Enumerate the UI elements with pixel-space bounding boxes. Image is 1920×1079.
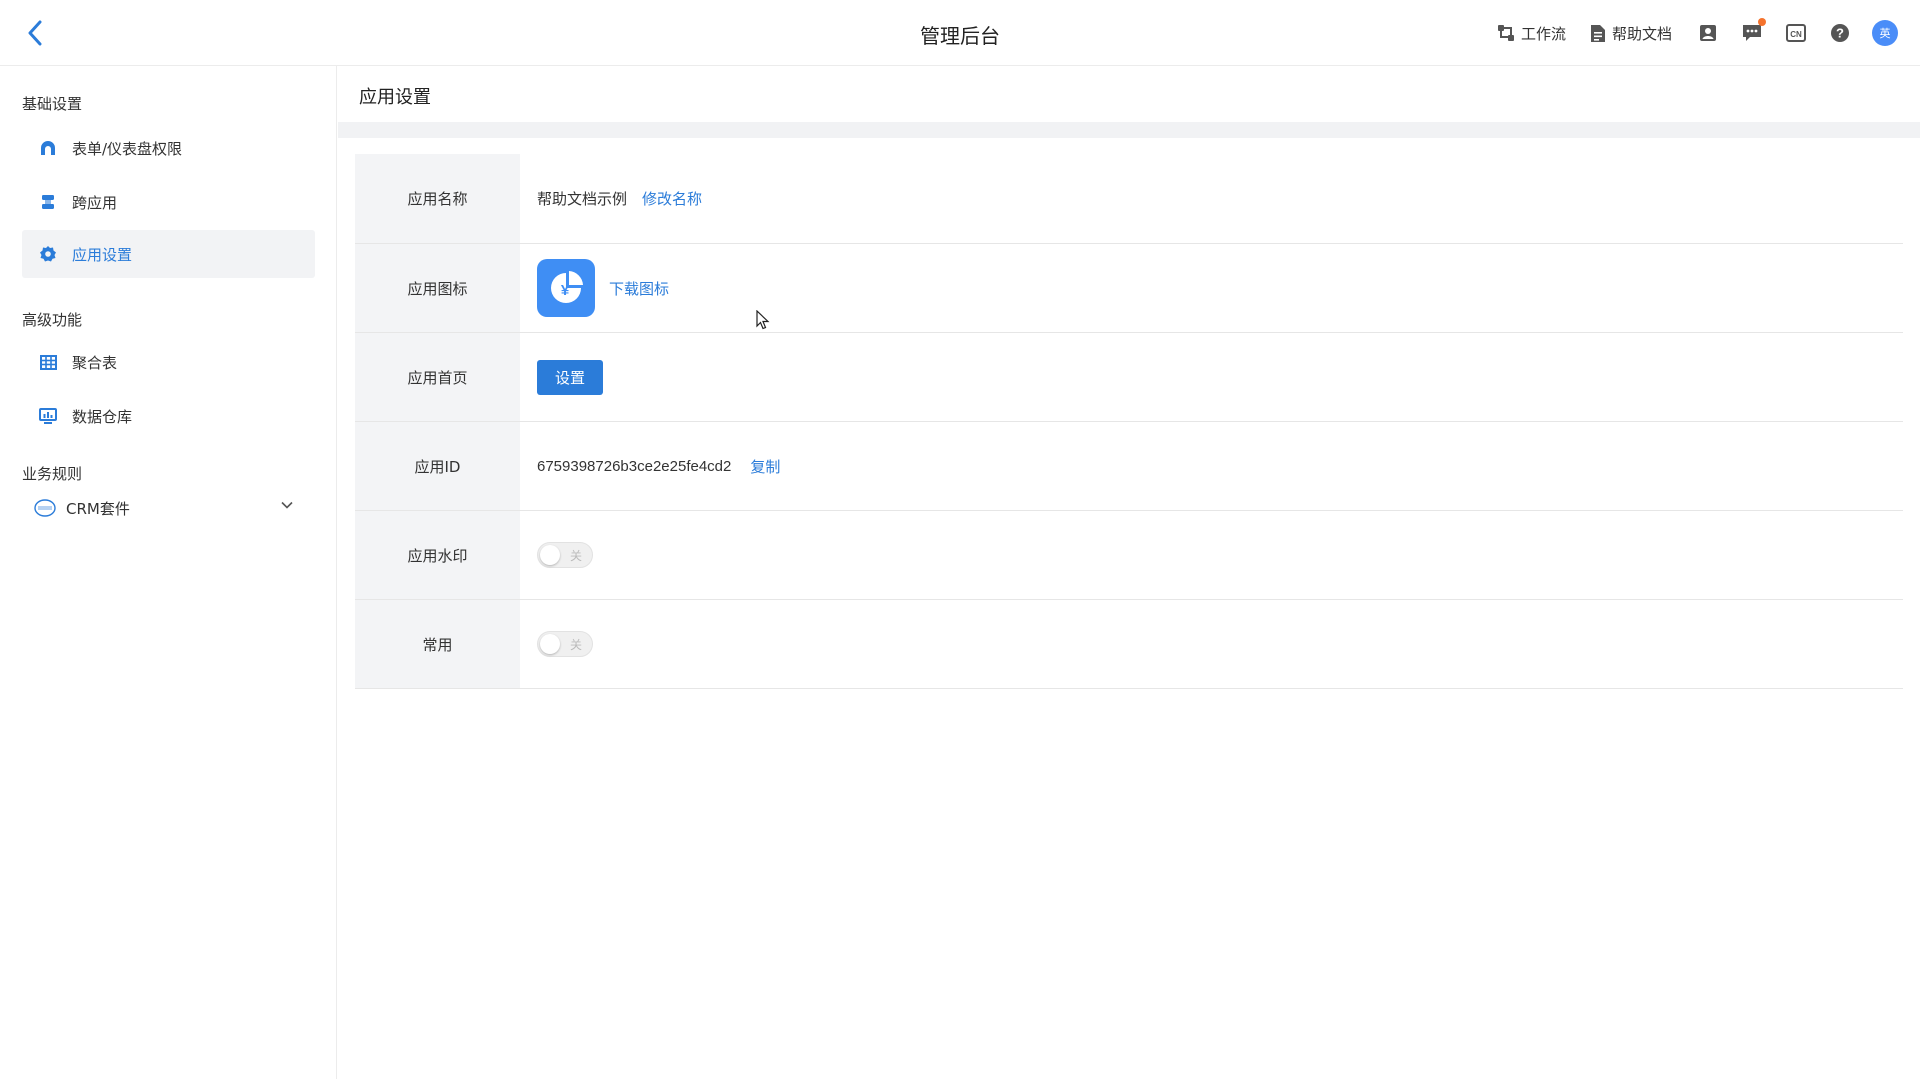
sidebar-group-title-business-rules: 业务规则	[22, 465, 83, 483]
language-button[interactable]: CN	[1784, 21, 1808, 45]
sidebar: 基础设置 表单/仪表盘权限 跨应用 应用设置 高级功能 聚合表 数据仓库 业务规…	[0, 66, 337, 1079]
help-docs-label: 帮助文档	[1611, 24, 1672, 43]
download-icon-link[interactable]: 下载图标	[609, 278, 669, 299]
set-home-button[interactable]: 设置	[537, 359, 603, 395]
sidebar-item-label: 应用设置	[72, 245, 133, 264]
setting-row-watermark: 应用水印 关	[355, 510, 1903, 599]
app-icon-preview[interactable]: ¥	[537, 259, 595, 317]
language-icon: CN	[1786, 24, 1806, 42]
toggle-knob	[540, 634, 560, 654]
crm-icon	[34, 498, 56, 518]
app-id-value: 6759398726b3ce2e25fe4cd2	[537, 457, 732, 475]
toggle-state-text: 关	[569, 638, 582, 652]
sidebar-item-label: 跨应用	[72, 193, 118, 212]
cross-app-icon	[38, 192, 58, 212]
header-toolbar: 工作流 帮助文档 CN ? 英	[1497, 18, 1898, 48]
app-icon-label: 应用图标	[355, 244, 520, 332]
setting-row-favorite: 常用 关	[355, 599, 1903, 688]
permission-icon	[38, 138, 58, 158]
sidebar-item-cross-app[interactable]: 跨应用	[22, 178, 315, 226]
sidebar-item-label: 表单/仪表盘权限	[72, 139, 183, 158]
messages-button[interactable]	[1740, 18, 1766, 45]
chevron-down-icon[interactable]	[281, 501, 293, 509]
sidebar-item-label: CRM套件	[66, 499, 130, 518]
app-name-value: 帮助文档示例	[537, 190, 628, 208]
setting-row-app-name: 应用名称 帮助文档示例 修改名称	[355, 154, 1903, 243]
sidebar-item-aggregate-table[interactable]: 聚合表	[22, 338, 315, 386]
pie-chart-icon: ¥	[551, 271, 583, 303]
setting-row-app-id: 应用ID 6759398726b3ce2e25fe4cd2 复制	[355, 421, 1903, 510]
workflow-link[interactable]: 工作流	[1497, 23, 1566, 44]
help-docs-link[interactable]: 帮助文档	[1590, 23, 1672, 44]
gear-icon	[38, 244, 58, 264]
toggle-knob	[540, 545, 560, 565]
toggle-state-text: 关	[569, 549, 582, 563]
rename-link[interactable]: 修改名称	[642, 188, 702, 209]
favorite-toggle[interactable]: 关	[537, 631, 593, 657]
setting-row-app-icon: 应用图标 ¥ 下载图标	[355, 243, 1903, 332]
sidebar-item-permissions[interactable]: 表单/仪表盘权限	[22, 124, 315, 172]
document-icon	[1590, 24, 1605, 42]
app-icon-glyph: ¥	[561, 282, 570, 299]
contacts-button[interactable]	[1696, 21, 1720, 45]
chevron-left-icon	[28, 20, 42, 46]
watermark-toggle[interactable]: 关	[537, 542, 593, 568]
app-home-label: 应用首页	[355, 333, 520, 421]
app-name-label: 应用名称	[355, 154, 520, 243]
top-header: 管理后台 工作流 帮助文档 CN ? 英	[0, 0, 1920, 66]
setting-row-app-home: 应用首页 设置	[355, 332, 1903, 421]
question-icon: ?	[1831, 24, 1849, 42]
language-icon-text: CN	[1790, 30, 1802, 39]
sidebar-group-title-basic: 基础设置	[22, 95, 83, 113]
notification-dot	[1758, 18, 1766, 26]
app-id-label: 应用ID	[355, 422, 520, 510]
sidebar-item-data-warehouse[interactable]: 数据仓库	[22, 392, 315, 440]
back-button[interactable]	[20, 16, 50, 50]
table-icon	[38, 352, 58, 372]
section-divider	[338, 122, 1920, 138]
contacts-icon	[1700, 25, 1716, 41]
settings-table: 应用名称 帮助文档示例 修改名称 应用图标 ¥ 下载图标 应用首页 设置 应用I…	[355, 154, 1903, 689]
watermark-label: 应用水印	[355, 511, 520, 599]
avatar[interactable]: 英	[1872, 20, 1898, 46]
sidebar-item-app-settings[interactable]: 应用设置	[22, 230, 315, 278]
help-button[interactable]: ?	[1828, 21, 1852, 45]
message-icon	[1743, 25, 1761, 41]
mouse-cursor-icon	[756, 310, 770, 330]
sidebar-item-label: 数据仓库	[72, 407, 133, 426]
favorite-label: 常用	[355, 600, 520, 688]
main-content: 应用设置 应用名称 帮助文档示例 修改名称 应用图标 ¥ 下载图标 应用首页 设…	[338, 66, 1920, 1079]
data-warehouse-icon	[38, 406, 58, 426]
page-title: 应用设置	[359, 87, 431, 108]
sidebar-item-crm-suite[interactable]: CRM套件	[22, 484, 315, 532]
copy-id-link[interactable]: 复制	[750, 456, 780, 477]
help-icon-text: ?	[1836, 26, 1844, 41]
workflow-label: 工作流	[1520, 24, 1566, 43]
sidebar-item-label: 聚合表	[72, 353, 118, 372]
sidebar-group-title-advanced: 高级功能	[22, 311, 83, 329]
workflow-icon	[1497, 25, 1514, 41]
